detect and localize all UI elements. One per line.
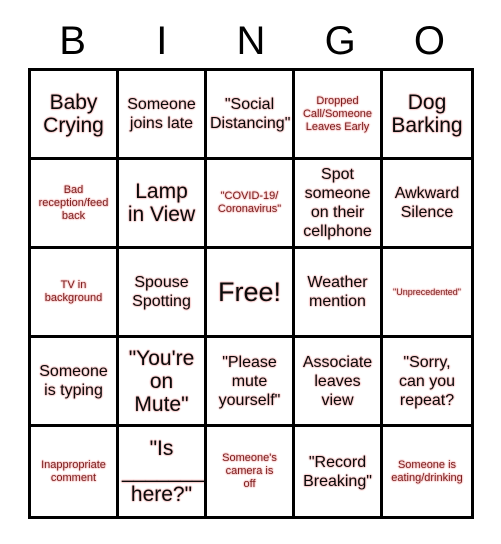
bingo-cell-r3c2[interactable]: Spouse Spotting [119,249,207,338]
bingo-cell-label: TV in background [44,279,103,304]
bingo-cell-label: Baby Crying [43,91,104,137]
bingo-cell-label: Inappropriate comment [41,458,106,484]
bingo-cell-label: Bad reception/feed back [38,183,109,222]
bingo-cell-r4c5[interactable]: "Sorry, can you repeat? [383,338,471,427]
bingo-grid: Baby Crying Someone joins late "Social D… [28,68,474,519]
bingo-cell-r4c2[interactable]: "You're on Mute" [119,338,207,427]
bingo-card: B I N G O Baby Crying Someone joins late… [0,0,501,544]
bingo-cell-r5c5[interactable]: Someone is eating/drinking [383,427,471,516]
bingo-cell-r2c3[interactable]: "COVID-19/ Coronavirus" [207,160,295,249]
bingo-cell-r1c2[interactable]: Someone joins late [119,71,207,160]
bingo-header-letter-i: I [156,19,168,63]
bingo-cell-label: Awkward Silence [394,185,460,221]
bingo-cell-r4c3[interactable]: "Please mute yourself" [207,338,295,427]
bingo-cell-label: Lamp in View [127,180,196,226]
bingo-cell-label: "Social Distancing" [210,96,291,132]
bingo-cell-r2c5[interactable]: Awkward Silence [383,160,471,249]
bingo-cell-label: Spouse Spotting [132,274,191,310]
bingo-cell-label: "Sorry, can you repeat? [398,353,456,409]
bingo-header-letter-n: N [236,19,266,63]
bingo-header-row: B I N G O [28,16,474,66]
bingo-cell-r5c1[interactable]: Inappropriate comment [31,427,119,516]
bingo-cell-r2c2[interactable]: Lamp in View [119,160,207,249]
bingo-cell-r3c4[interactable]: Weather mention [295,249,383,338]
bingo-cell-label: Someone joins late [127,96,196,132]
bingo-cell-r1c1[interactable]: Baby Crying [31,71,119,160]
bingo-cell-r3c5[interactable]: "Unprecedented" [383,249,471,338]
bingo-header-letter-o: O [413,19,445,63]
bingo-cell-label: Associate leaves view [302,353,373,409]
bingo-cell-r4c1[interactable]: Someone is typing [31,338,119,427]
bingo-cell-label: Dog Barking [391,91,463,137]
bingo-cell-r1c3[interactable]: "Social Distancing" [207,71,295,160]
bingo-cell-r1c4[interactable]: Dropped Call/Someone Leaves Early [295,71,383,160]
bingo-cell-r5c2[interactable]: "Is _______ here?" [119,427,207,516]
bingo-cell-label: Spot someone on their cellphone [303,166,372,240]
bingo-cell-r5c4[interactable]: "Record Breaking" [295,427,383,516]
bingo-cell-label: Free! [217,276,282,307]
bingo-cell-label: Someone is typing [39,363,108,399]
bingo-cell-label: "COVID-19/ Coronavirus" [217,190,282,215]
bingo-cell-r3c1[interactable]: TV in background [31,249,119,338]
bingo-cell-label: "Is _______ here?" [122,437,204,506]
bingo-cell-label: "Unprecedented" [393,286,461,297]
bingo-cell-r4c4[interactable]: Associate leaves view [295,338,383,427]
bingo-header-letter-b: B [59,19,86,63]
bingo-header-letter-g: G [324,19,356,63]
bingo-cell-r2c1[interactable]: Bad reception/feed back [31,160,119,249]
bingo-cell-label: "Record Breaking" [303,453,372,490]
bingo-cell-label: Someone's camera is off [222,452,277,490]
bingo-cell-r5c3[interactable]: Someone's camera is off [207,427,295,516]
bingo-cell-label: Dropped Call/Someone Leaves Early [302,94,373,133]
bingo-cell-label: "You're on Mute" [128,346,195,416]
bingo-cell-label: Weather mention [307,274,368,310]
bingo-cell-label: Someone is eating/drinking [391,458,463,484]
bingo-cell-r1c5[interactable]: Dog Barking [383,71,471,160]
bingo-cell-r2c4[interactable]: Spot someone on their cellphone [295,160,383,249]
bingo-cell-label: "Please mute yourself" [218,353,281,409]
bingo-cell-free-space[interactable]: Free! [207,249,295,338]
